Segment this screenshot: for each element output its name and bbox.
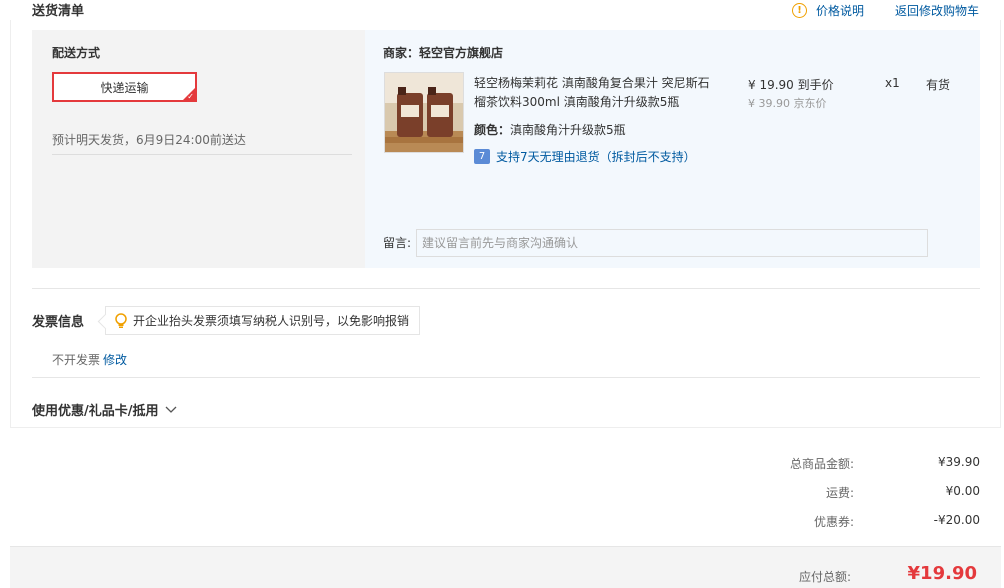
invoice-tip: 开企业抬头发票须填写纳税人识别号，以免影响报销	[105, 306, 421, 335]
coupon-toggle-label: 使用优惠/礼品卡/抵用	[32, 404, 159, 419]
shop-name-prefix: 商家：	[383, 46, 420, 60]
shipping-method-label: 快递运输	[100, 80, 149, 95]
price-note-link[interactable]: ! 价格说明	[792, 2, 864, 19]
product-original-price: ¥ 39.90 京东价	[748, 97, 827, 110]
payment-total-label: 应付总额:	[798, 570, 851, 584]
stock-status: 有货	[926, 78, 951, 92]
payment-total-value: ¥19.90	[907, 563, 977, 584]
divider-invoice	[32, 288, 980, 289]
item-panel: 商家：轻空官方旗舰店 轻空杨梅茉莉花 滇南酸角复合果汁 突尼斯石榴茶饮料300m…	[365, 30, 980, 268]
summary-coupon-label: 优惠券:	[813, 515, 854, 529]
coupon-toggle[interactable]: 使用优惠/礼品卡/抵用	[32, 400, 177, 419]
check-icon: ✓	[187, 92, 194, 101]
invoice-value: 不开发票	[52, 353, 101, 367]
product-thumbnail[interactable]	[384, 72, 464, 153]
summary-goods-value: ¥39.90	[938, 455, 980, 469]
shipping-label: 配送方式	[52, 46, 101, 60]
payment-total-bar: 应付总额: ¥19.90	[10, 546, 1001, 588]
chevron-down-icon	[165, 406, 176, 413]
warning-icon: !	[792, 3, 807, 18]
message-label: 留言:	[383, 236, 412, 250]
shop-name-value: 轻空官方旗舰店	[419, 46, 504, 60]
invoice-edit-link[interactable]: 修改	[103, 351, 127, 368]
back-to-cart-link[interactable]: 返回修改购物车	[895, 2, 979, 19]
shipping-divider	[52, 154, 352, 155]
price-note-label: 价格说明	[816, 4, 865, 18]
product-name-link[interactable]: 轻空杨梅茉莉花 滇南酸角复合果汁 突尼斯石榴茶饮料300ml 滇南酸角汁升级款5…	[474, 74, 719, 112]
product-color: 颜色：滇南酸角汁升级款5瓶	[474, 121, 626, 138]
summary-goods-label: 总商品金额:	[789, 457, 854, 471]
product-color-value: 滇南酸角汁升级款5瓶	[510, 123, 626, 137]
return-policy-text: 支持7天无理由退货（拆封后不支持）	[496, 150, 696, 164]
invoice-tip-text: 开企业抬头发票须填写纳税人识别号，以免影响报销	[133, 314, 410, 328]
shipping-panel: 配送方式 快递运输 ✓ 预计明天发货，6月9日24:00前送达	[32, 30, 365, 268]
shipping-method-button[interactable]: 快递运输 ✓	[52, 72, 197, 102]
return-policy-link[interactable]: 7 支持7天无理由退货（拆封后不支持）	[474, 148, 696, 165]
product-price: ¥ 19.90 到手价	[748, 78, 834, 92]
lightbulb-icon	[114, 312, 128, 329]
section-title: 送货清单	[32, 4, 85, 19]
invoice-title: 发票信息	[32, 315, 85, 330]
shipping-estimate: 预计明天发货，6月9日24:00前送达	[52, 133, 246, 147]
message-input[interactable]	[416, 229, 928, 257]
return-policy-icon: 7	[474, 149, 490, 164]
section-header: 送货清单 ! 价格说明 返回修改购物车	[32, 0, 982, 20]
summary-coupon-value: -¥20.00	[933, 513, 980, 527]
divider-coupon	[32, 377, 980, 378]
summary-freight-label: 运费:	[825, 486, 854, 500]
shop-name: 商家：轻空官方旗舰店	[383, 44, 503, 61]
summary-freight-value: ¥0.00	[945, 484, 980, 498]
product-color-label: 颜色：	[474, 123, 511, 137]
product-image-icon	[385, 73, 463, 152]
product-quantity: x1	[885, 76, 900, 90]
